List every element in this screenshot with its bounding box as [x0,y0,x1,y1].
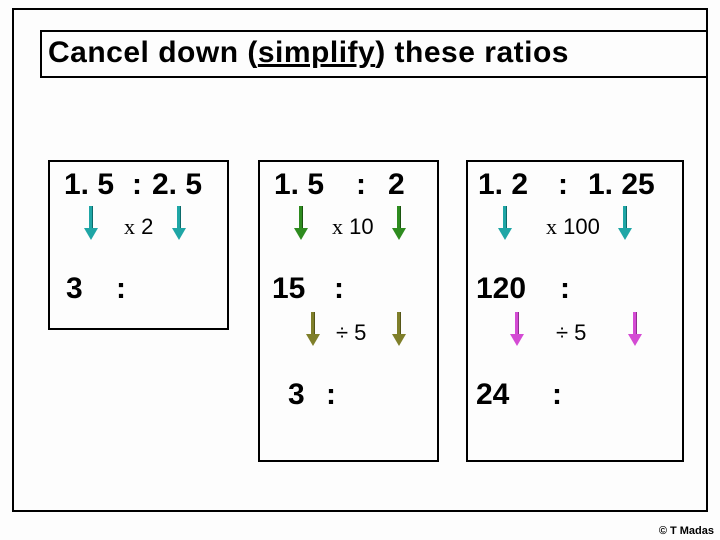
b-r2-left: 15 [272,272,305,306]
credit-text: © T Madas [659,525,714,537]
title-pre: Cancel down ( [48,36,258,69]
arrow-down-icon [296,206,306,240]
title-underline: simplify [258,36,375,69]
a-r1-left: 1. 5 [64,168,114,202]
arrow-down-icon [174,206,184,240]
b-op1: x 10 [332,214,374,240]
b-op2: ÷ 5 [336,320,366,346]
slide-title: Cancel down (simplify) these ratios [40,30,708,78]
example-card-c: 1. 2 : 1. 25 x 100 120 : ÷ 5 24 : [466,160,684,462]
example-card-b: 1. 5 : 2 x 10 15 : ÷ 5 3 : [258,160,439,462]
c-r1-colon: : [558,168,568,202]
arrow-down-icon [394,312,404,346]
arrow-down-icon [308,312,318,346]
arrow-down-icon [512,312,522,346]
arrow-down-icon [394,206,404,240]
arrow-down-icon [86,206,96,240]
b-r3-left: 3 [288,378,305,412]
b-r3-colon: : [326,378,336,412]
b-r1-colon: : [356,168,366,202]
a-r2-left: 3 [66,272,83,306]
c-r3-colon: : [552,378,562,412]
b-r1-left: 1. 5 [274,168,324,202]
c-r1-right: 1. 25 [588,168,655,202]
a-r1-right: 2. 5 [152,168,202,202]
a-r2-colon: : [116,272,126,306]
c-r2-left: 120 [476,272,526,306]
a-r1-colon: : [132,168,142,202]
arrow-down-icon [620,206,630,240]
c-r3-left: 24 [476,378,509,412]
example-card-a: 1. 5 : 2. 5 x x 22 3 : [48,160,229,330]
c-op2: ÷ 5 [556,320,586,346]
b-r2-colon: : [334,272,344,306]
c-r2-colon: : [560,272,570,306]
slide-frame: Cancel down (simplify) these ratios 1. 5… [12,8,708,512]
c-r1-left: 1. 2 [478,168,528,202]
c-op1: x 100 [546,214,600,240]
arrow-down-icon [500,206,510,240]
arrow-down-icon [630,312,640,346]
title-post: ) these ratios [375,36,569,69]
a-op1: x x 22 [124,214,153,240]
b-r1-right: 2 [388,168,405,202]
